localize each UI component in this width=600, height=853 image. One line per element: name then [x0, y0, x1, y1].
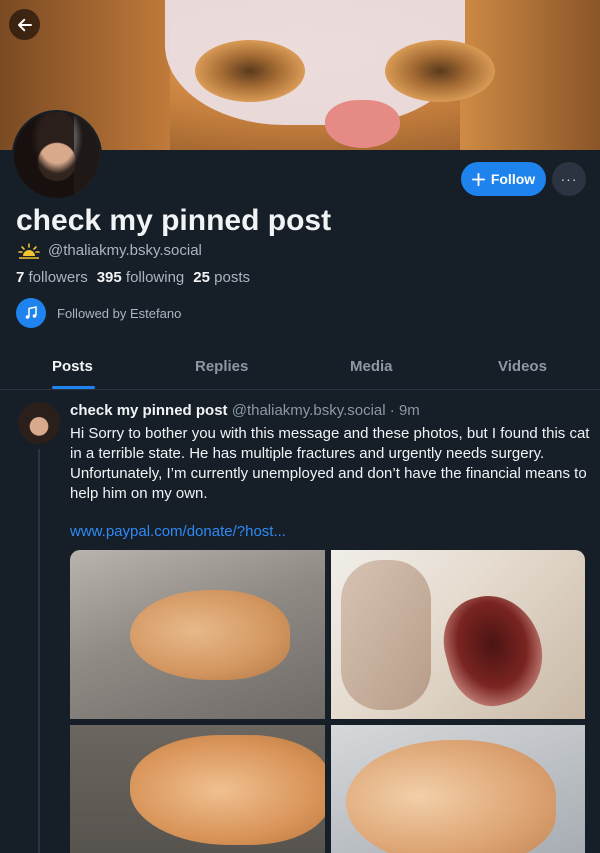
banner-image-part — [385, 40, 495, 102]
profile-handle-row: @thaliakmy.bsky.social — [18, 242, 202, 259]
following-label: following — [125, 269, 185, 286]
post-image[interactable] — [70, 725, 325, 853]
profile-handle: @thaliakmy.bsky.social — [48, 242, 202, 259]
more-options-label: ··· — [560, 171, 578, 187]
post-text-paragraph: Unfortunately, I’m currently unemployed … — [70, 465, 587, 502]
followers-label: followers — [28, 269, 88, 286]
followed-by-row[interactable]: Followed by Estefano — [16, 298, 181, 328]
post-link[interactable]: www.paypal.com/donate/?host... — [70, 523, 286, 540]
arrow-left-icon — [17, 18, 32, 31]
more-options-button[interactable]: ··· — [552, 162, 586, 196]
post-author-name[interactable]: check my pinned post — [70, 402, 228, 419]
music-note-icon — [16, 298, 46, 328]
post-item[interactable]: check my pinned post @thaliakmy.bsky.soc… — [0, 391, 600, 853]
banner-image-part — [325, 100, 400, 148]
tab-replies[interactable]: Replies — [195, 358, 248, 375]
post-image-part — [130, 735, 325, 845]
follow-button[interactable]: Follow — [461, 162, 546, 196]
post-image[interactable] — [70, 550, 325, 719]
active-tab-indicator — [52, 386, 95, 389]
thread-line — [38, 449, 40, 853]
post-image-part — [433, 584, 554, 716]
profile-display-name: check my pinned post — [16, 204, 332, 237]
post-header: check my pinned post @thaliakmy.bsky.soc… — [70, 402, 420, 419]
banner-image-part — [195, 40, 305, 102]
post-image-part — [130, 590, 290, 680]
posts-stat: 25 posts — [193, 269, 250, 286]
post-text: Hi Sorry to bother you with this message… — [70, 424, 590, 504]
follow-button-label: Follow — [490, 171, 536, 187]
back-button[interactable] — [9, 9, 40, 40]
following-count: 395 — [96, 269, 122, 286]
post-text-paragraph: Hi Sorry to bother you with this message… — [70, 425, 590, 462]
post-image[interactable] — [331, 725, 585, 853]
tab-posts[interactable]: Posts — [52, 358, 93, 375]
posts-count: 25 — [193, 269, 210, 286]
sunrise-icon — [18, 242, 40, 259]
tab-media[interactable]: Media — [350, 358, 393, 375]
following-stat[interactable]: 395 following — [97, 269, 185, 286]
post-image-part — [341, 560, 431, 710]
profile-avatar[interactable] — [12, 110, 102, 200]
followed-by-text: Followed by Estefano — [57, 305, 182, 321]
post-author-handle[interactable]: @thaliakmy.bsky.social — [232, 402, 386, 419]
followers-stat[interactable]: 7 followers — [16, 269, 88, 286]
posts-label: posts — [214, 269, 250, 286]
post-image-part — [346, 740, 556, 853]
post-image-gallery — [70, 550, 585, 853]
followers-count: 7 — [16, 269, 25, 286]
plus-icon — [471, 172, 485, 186]
post-timestamp[interactable]: · 9m — [390, 402, 420, 419]
post-author-avatar[interactable] — [18, 402, 60, 444]
avatar-image-part — [14, 112, 100, 198]
tab-videos[interactable]: Videos — [498, 358, 547, 375]
profile-tabs: Posts Replies Media Videos — [0, 348, 600, 390]
post-image[interactable] — [331, 550, 585, 719]
profile-stats: 7 followers 395 following 25 posts — [16, 269, 250, 286]
